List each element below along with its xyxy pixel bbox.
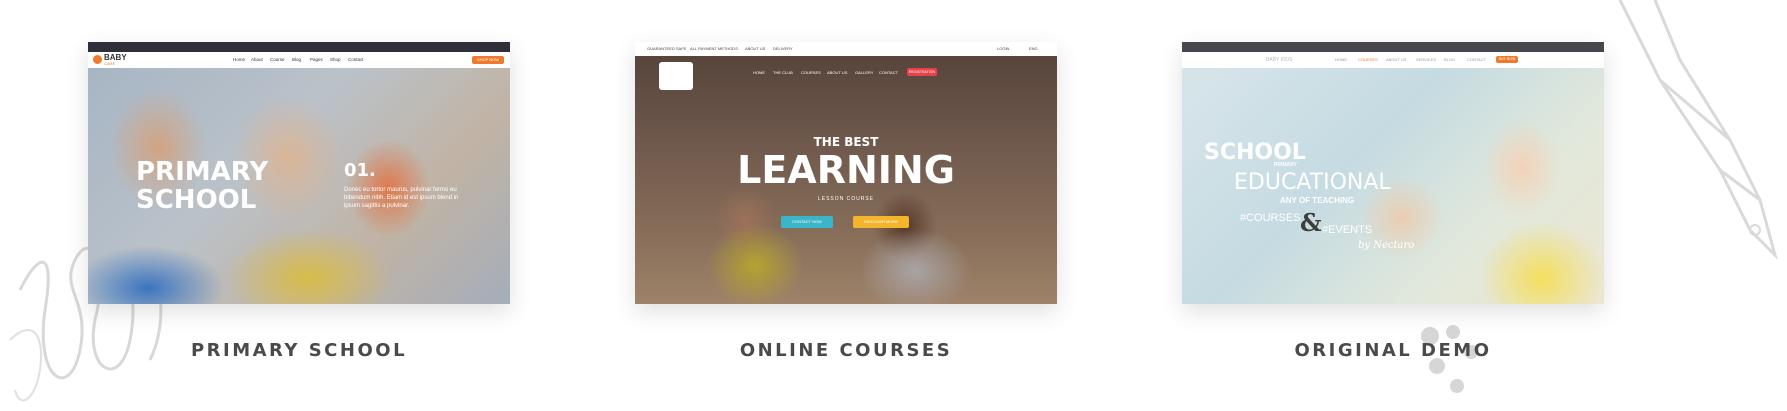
fountain-pen-decoration: [1618, 0, 1778, 261]
hero-kicker: THE BEST: [813, 135, 879, 149]
hero-ampersand: &: [1300, 208, 1322, 237]
mini-register-button: REGISTRATION: [907, 68, 937, 76]
mini-top-link-2: ALL PAYMENT METHODS: [690, 46, 738, 51]
hero-number: 01.: [344, 160, 376, 181]
hero-title-line2: SCHOOL: [136, 185, 257, 215]
mini-login: LOGIN: [997, 46, 1010, 51]
mini-logo-icon: [93, 55, 102, 64]
demo-card-online-courses[interactable]: GUARANTEED SAFE ALL PAYMENT METHODS ABOU…: [635, 42, 1057, 304]
mini-buy-button: BUY NOW: [1496, 56, 1518, 63]
mini-nav-4: ABOUT US: [827, 70, 848, 75]
hero-sub: LESSON COURSE: [817, 196, 875, 202]
mini-lang: ENG: [1029, 46, 1038, 51]
caption-primary-school[interactable]: PRIMARY SCHOOL: [88, 340, 510, 361]
mini-top-link-1: GUARANTEED SAFE: [647, 46, 687, 51]
mini-logo-text: BABY KIDS: [1266, 57, 1293, 63]
mini-nav-6: Shop: [330, 57, 341, 62]
hero-tag-events: #EVENTS: [1322, 224, 1373, 236]
mini-nav-5: Pages: [310, 57, 323, 62]
mini-nav-3: COURSES: [801, 70, 821, 75]
demo-card-original-demo[interactable]: BABY KIDS HOME COURSES ABOUT US SERVICES…: [1182, 42, 1604, 304]
hero-text: Donec eu tortor maurus, pulvinar fermo e…: [344, 187, 459, 209]
mini-shop-button: SHOP NOW: [472, 56, 504, 64]
hero-line1-sub: PRIMARY: [1274, 162, 1297, 168]
mini-nav-4: Blog: [292, 57, 302, 62]
mini-topbar: [88, 42, 510, 52]
mini-nav-1: Home: [233, 57, 246, 62]
mini-nav-4: SERVICES: [1416, 57, 1437, 62]
hero-title: LEARNING: [737, 148, 955, 192]
mini-topbar: [1182, 42, 1604, 52]
mini-nav-5: GALLERY: [855, 70, 874, 75]
hero-line3: ANY OF TEACHING: [1280, 196, 1355, 205]
caption-online-courses[interactable]: ONLINE COURSES: [635, 340, 1057, 361]
caption-original-demo[interactable]: ORIGINAL DEMO: [1182, 340, 1604, 361]
mini-nav-1: HOME: [1335, 57, 1347, 62]
mini-navbar: HOME THE CLUB COURSES ABOUT US GALLERY C…: [635, 68, 1057, 80]
mini-nav-2: THE CLUB: [773, 70, 793, 75]
mini-nav-6: CONTACT: [879, 70, 899, 75]
mini-nav-3: ABOUT US: [1386, 57, 1407, 62]
mini-nav-2: About: [251, 57, 263, 62]
mini-topbar: GUARANTEED SAFE ALL PAYMENT METHODS ABOU…: [635, 42, 1057, 56]
mini-top-link-4: DELIVERY: [773, 46, 793, 51]
hero-tag-courses: #COURSES: [1240, 212, 1301, 224]
mini-nav-6: CONTACT: [1467, 57, 1487, 62]
mini-nav-3: Course: [270, 57, 285, 62]
mini-discover-button: DISCOVER MORE: [853, 216, 909, 228]
mini-logo-sub: CARE: [104, 61, 116, 66]
mini-nav-7: Contact: [348, 57, 364, 62]
mini-contact-button: CONTACT NOW: [781, 216, 833, 228]
hero-signature: by Nectaro: [1358, 240, 1415, 251]
hero-line2: EDUCATIONAL: [1234, 170, 1391, 195]
mini-navbar: BABY CARE Home About Course Blog Pages S…: [88, 52, 510, 68]
mini-nav-2: COURSES: [1358, 57, 1378, 62]
mini-top-link-3: ABOUT US: [745, 46, 766, 51]
demo-card-primary-school[interactable]: BABY CARE Home About Course Blog Pages S…: [88, 42, 510, 304]
mini-nav-1: HOME: [753, 70, 765, 75]
mini-nav-5: BLOG: [1444, 57, 1456, 62]
mini-navbar: BABY KIDS HOME COURSES ABOUT US SERVICES…: [1182, 52, 1604, 68]
hero-title-line1: PRIMARY: [136, 157, 269, 187]
